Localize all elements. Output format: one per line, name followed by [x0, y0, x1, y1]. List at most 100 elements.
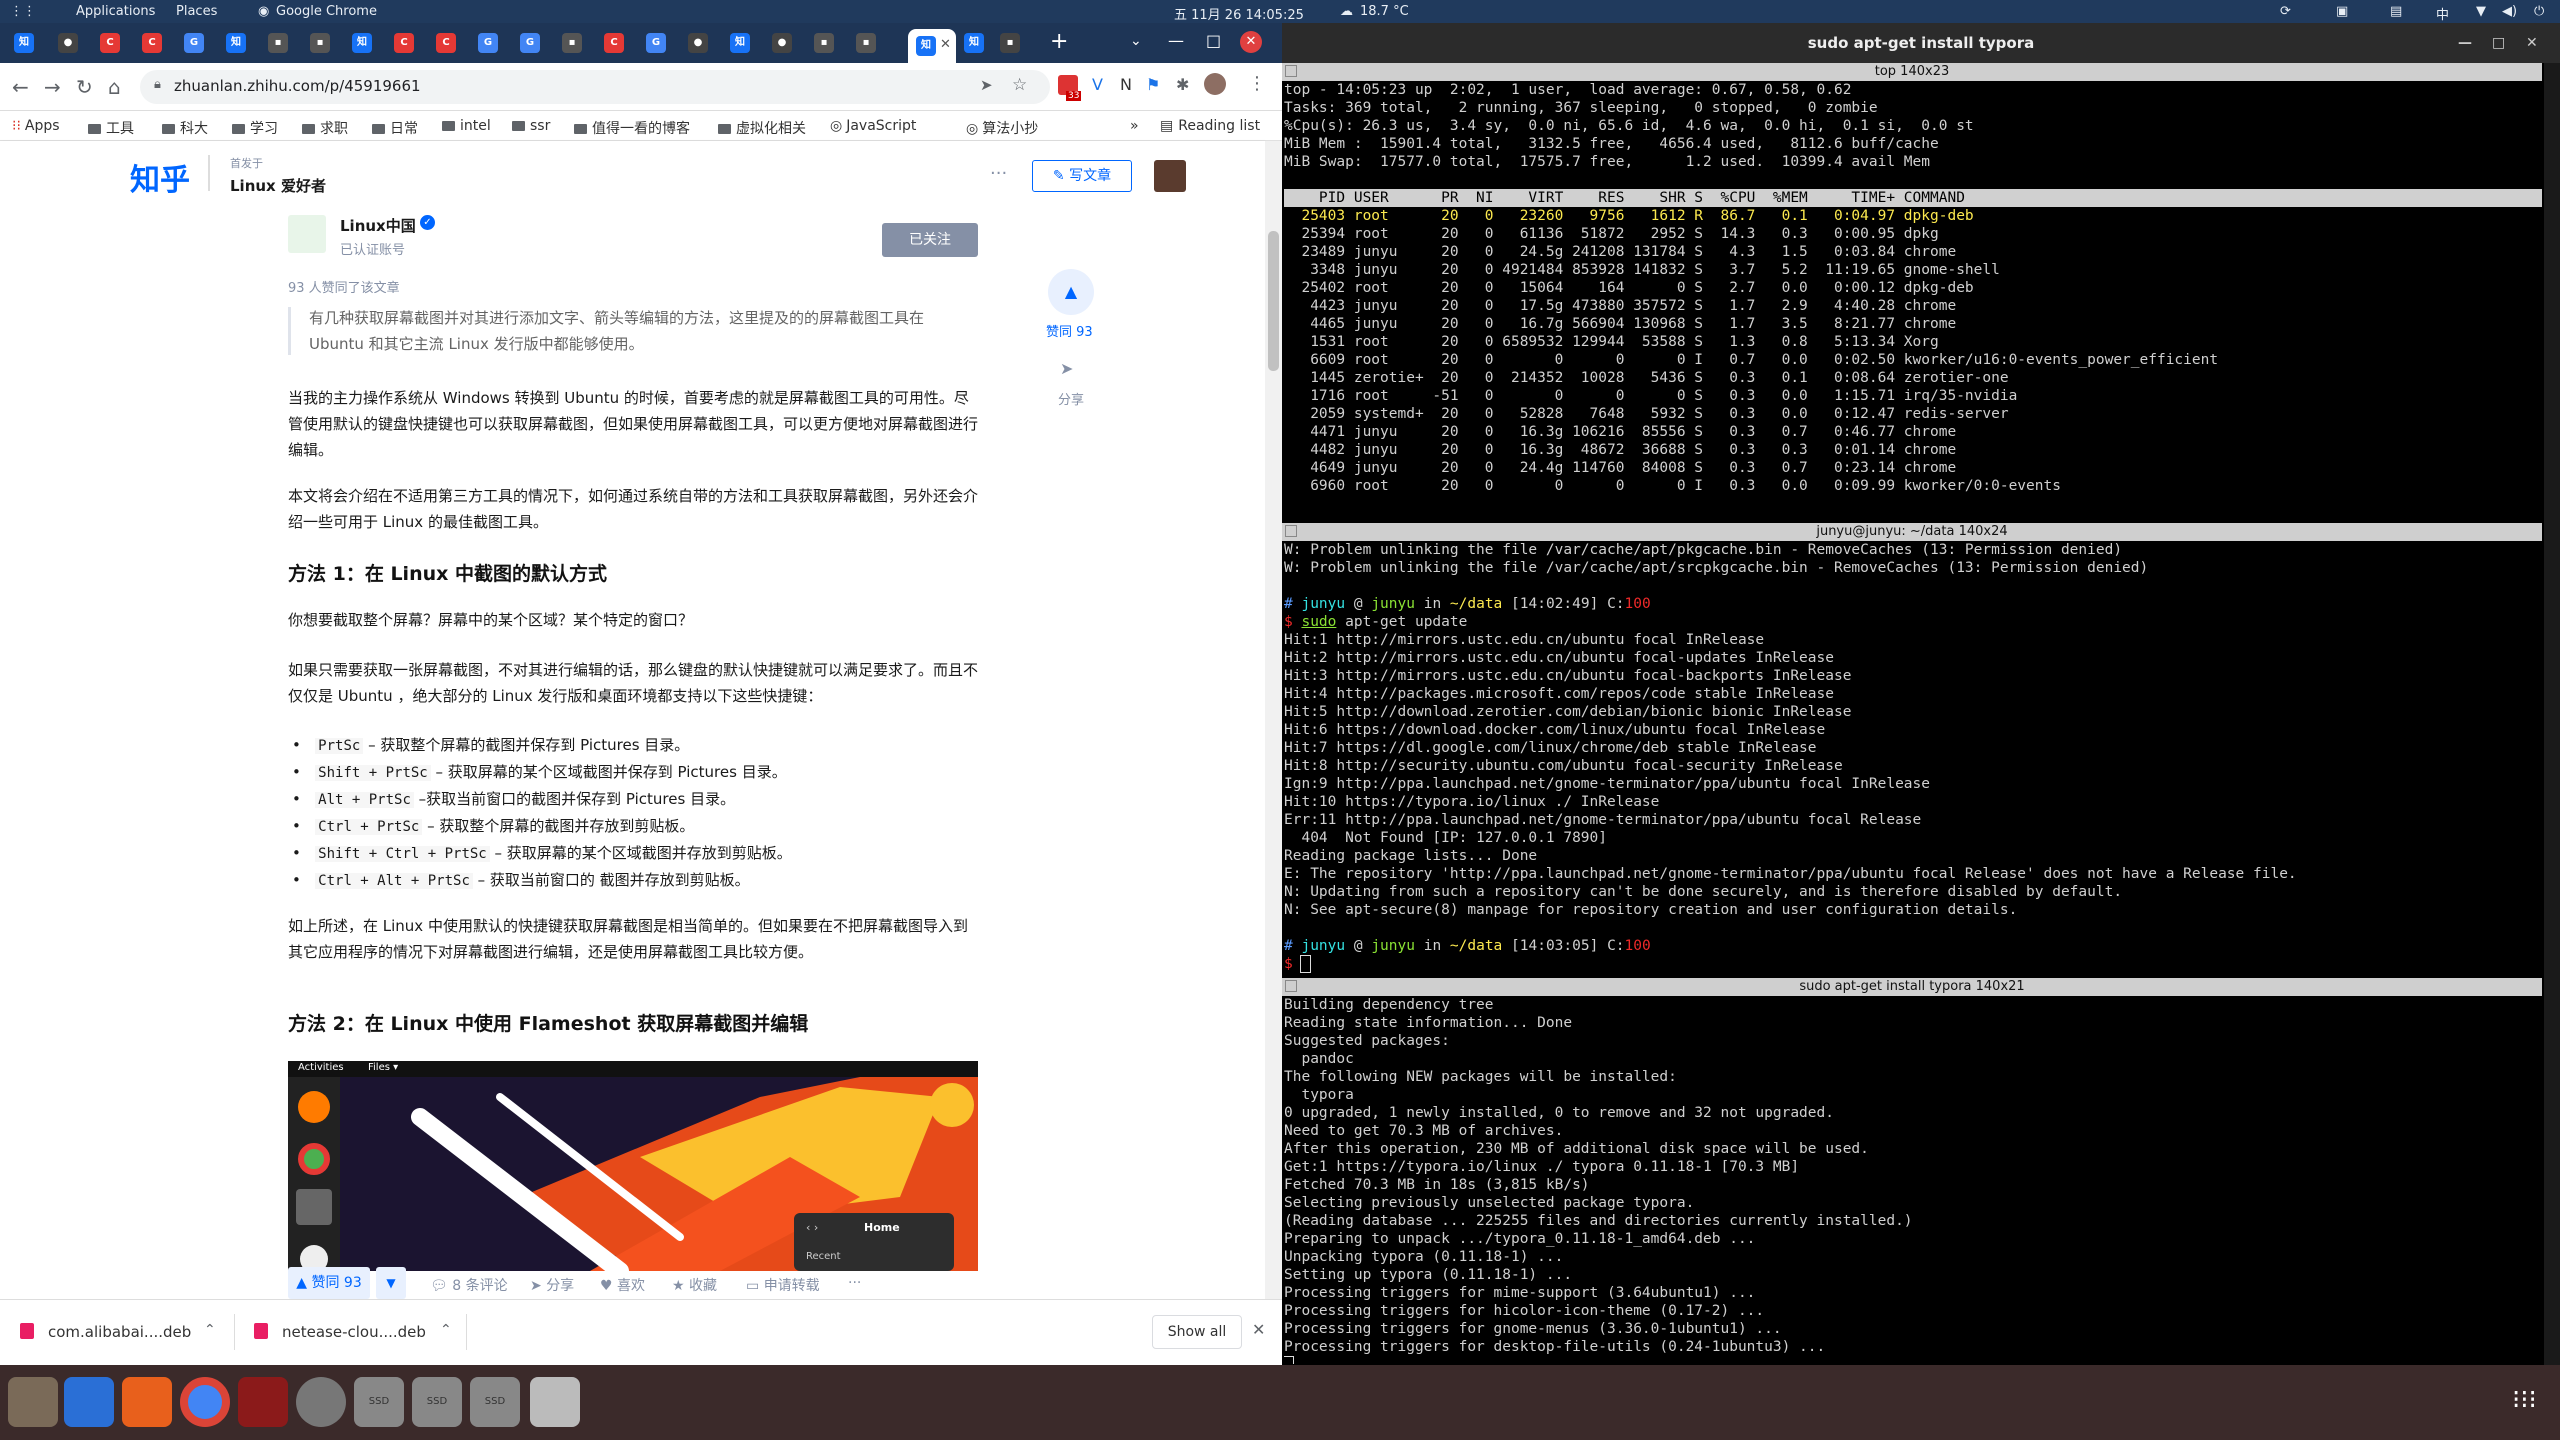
side-share-icon[interactable]: ➤	[1060, 359, 1073, 378]
active-app-name[interactable]: Google Chrome	[276, 4, 377, 19]
pane-titlebar[interactable]: top 140x23	[1282, 63, 2542, 81]
collect-button[interactable]: ★ 收藏	[672, 1275, 717, 1295]
tab-github-icon[interactable]: ●	[772, 33, 792, 53]
minimize-icon[interactable]: —	[1168, 31, 1184, 50]
applications-menu[interactable]: Applications	[76, 4, 155, 19]
more-actions-button[interactable]: ···	[848, 1275, 861, 1291]
scrollbar-thumb[interactable]	[1268, 231, 1279, 371]
bookmark-apps[interactable]: ⁝⁝ Apps	[12, 118, 60, 134]
pane-titlebar[interactable]: junyu@junyu: ~/data 140x24	[1282, 523, 2542, 541]
zhihu-logo[interactable]: 知乎	[130, 155, 190, 199]
maximize-icon[interactable]: □	[2492, 23, 2505, 63]
comments-button[interactable]: 💬︎ 8 条评论	[430, 1275, 508, 1295]
tab-google-icon[interactable]: G	[520, 33, 540, 53]
bookmark-folder[interactable]: 学习	[232, 118, 278, 138]
terminal-pane-update[interactable]: W: Problem unlinking the file /var/cache…	[1284, 541, 2542, 975]
write-article-button[interactable]: ✎ 写文章	[1032, 160, 1132, 192]
page-scrollbar[interactable]	[1265, 141, 1282, 1299]
pane-grid-icon[interactable]	[1285, 980, 1297, 992]
activities-grid-icon[interactable]: ⋮⋮	[10, 4, 36, 19]
follow-button[interactable]: 已关注	[882, 223, 978, 257]
tab-google-icon[interactable]: G	[184, 33, 204, 53]
ssd-drive-icon[interactable]: SSD	[470, 1377, 520, 1427]
terminal-pane-install[interactable]: Building dependency tree Reading state in…	[1284, 996, 2542, 1364]
tab-zhihu-icon[interactable]: 知	[352, 33, 372, 53]
close-window-icon[interactable]: ✕	[1240, 31, 1262, 53]
minimize-icon[interactable]: —	[2458, 23, 2472, 63]
tab-zhihu-icon[interactable]: 知	[964, 33, 984, 53]
bookmarks-overflow-icon[interactable]: »	[1130, 118, 1139, 134]
url-text[interactable]: zhuanlan.zhihu.com/p/45919661	[174, 77, 421, 95]
trash-icon[interactable]	[530, 1377, 580, 1427]
ssd-drive-icon[interactable]: SSD	[354, 1377, 404, 1427]
clock[interactable]: 五 11月 26 14:05:25	[1174, 4, 1304, 23]
bookmark-folder[interactable]: 虚拟化相关	[718, 118, 806, 138]
tab-page-icon[interactable]: ▪	[562, 33, 582, 53]
tab-csdn-icon[interactable]: C	[394, 33, 414, 53]
user-avatar[interactable]	[1154, 160, 1186, 192]
tab-csdn-icon[interactable]: C	[604, 33, 624, 53]
tab-page-icon[interactable]: ▪	[814, 33, 834, 53]
clipboard-icon[interactable]: ▤	[2390, 4, 2402, 19]
extension-v-icon[interactable]: V	[1092, 75, 1103, 94]
send-icon[interactable]: ➤	[980, 76, 993, 94]
downvote-button[interactable]: ▼	[376, 1267, 406, 1299]
tab-zhihu-icon[interactable]: 知	[226, 33, 246, 53]
tab-zhihu-icon[interactable]: 知	[730, 33, 750, 53]
pane-grid-icon[interactable]	[1285, 65, 1297, 77]
address-bar[interactable]: 🔒︎ zhuanlan.zhihu.com/p/45919661 ➤ ☆	[140, 70, 1050, 104]
author-avatar[interactable]	[288, 215, 326, 253]
tab-csdn-icon[interactable]: C	[142, 33, 162, 53]
screenshot-icon[interactable]: ▣	[2336, 4, 2348, 19]
tab-page-icon[interactable]: ▪	[1000, 33, 1020, 53]
side-upvote-icon[interactable]: ▲	[1048, 269, 1094, 315]
files-app-icon[interactable]	[8, 1377, 58, 1427]
author-name[interactable]: Linux中国	[340, 215, 416, 236]
tab-google-icon[interactable]: G	[478, 33, 498, 53]
column-name[interactable]: Linux 爱好者	[230, 175, 326, 196]
chevron-up-icon[interactable]: ⌃	[204, 1322, 216, 1338]
profile-avatar[interactable]	[1204, 73, 1226, 95]
back-icon[interactable]: ←	[12, 75, 29, 99]
bookmark-folder[interactable]: 工具	[88, 118, 134, 138]
tab-page-icon[interactable]: ▪	[856, 33, 876, 53]
bookmark-folder[interactable]: ssr	[512, 118, 550, 134]
pane-titlebar[interactable]: sudo apt-get install typora 140x21	[1282, 978, 2542, 996]
home-icon[interactable]: ⌂	[108, 75, 121, 99]
disk-utility-icon[interactable]	[296, 1377, 346, 1427]
ssd-drive-icon[interactable]: SSD	[412, 1377, 462, 1427]
wifi-icon[interactable]: ▼	[2476, 4, 2486, 19]
bookmark-star-icon[interactable]: ☆	[1012, 75, 1027, 95]
weather[interactable]: 18.7 °C	[1360, 4, 1409, 19]
bookmark-folder[interactable]: 日常	[372, 118, 418, 138]
text-editor-icon[interactable]	[64, 1377, 114, 1427]
tab-github-icon[interactable]: ●	[58, 33, 78, 53]
reading-list[interactable]: ▤ Reading list	[1160, 118, 1260, 134]
terminator-icon[interactable]	[238, 1377, 288, 1427]
forward-icon[interactable]: →	[44, 75, 61, 99]
places-menu[interactable]: Places	[176, 4, 217, 19]
show-all-button[interactable]: Show all	[1152, 1315, 1242, 1349]
bookmark-folder[interactable]: 科大	[162, 118, 208, 138]
maximize-icon[interactable]: □	[1206, 31, 1221, 50]
extensions-puzzle-icon[interactable]: ✱	[1176, 75, 1189, 94]
reprint-button[interactable]: ▭ 申请转载	[746, 1275, 820, 1295]
upvote-button[interactable]: ▲ 赞同 93	[288, 1267, 370, 1299]
side-share-label[interactable]: 分享	[1058, 389, 1084, 408]
tab-csdn-icon[interactable]: C	[436, 33, 456, 53]
tab-google-icon[interactable]: G	[646, 33, 666, 53]
tab-page-icon[interactable]: ▪	[268, 33, 288, 53]
reload-icon[interactable]: ↻	[76, 75, 93, 99]
tab-search-icon[interactable]: ⌄	[1130, 33, 1142, 49]
terminal-pane-top[interactable]: top - 14:05:23 up 2:02, 1 user, load ave…	[1284, 81, 2542, 521]
chrome-app-icon[interactable]	[180, 1377, 230, 1427]
bookmark-javascript[interactable]: ◎ JavaScript	[830, 118, 916, 134]
lock-icon[interactable]: 🔒︎	[154, 77, 161, 92]
share-button[interactable]: ➤ 分享	[530, 1275, 574, 1295]
volume-icon[interactable]: ◀)	[2502, 4, 2517, 19]
like-button[interactable]: ♥ 喜欢	[600, 1275, 645, 1295]
tab-page-icon[interactable]: ▪	[310, 33, 330, 53]
bookmark-folder[interactable]: intel	[442, 118, 491, 134]
extension-translate-icon[interactable]: ⚑	[1146, 75, 1160, 94]
terminal-scrollbar[interactable]	[2544, 63, 2560, 1365]
